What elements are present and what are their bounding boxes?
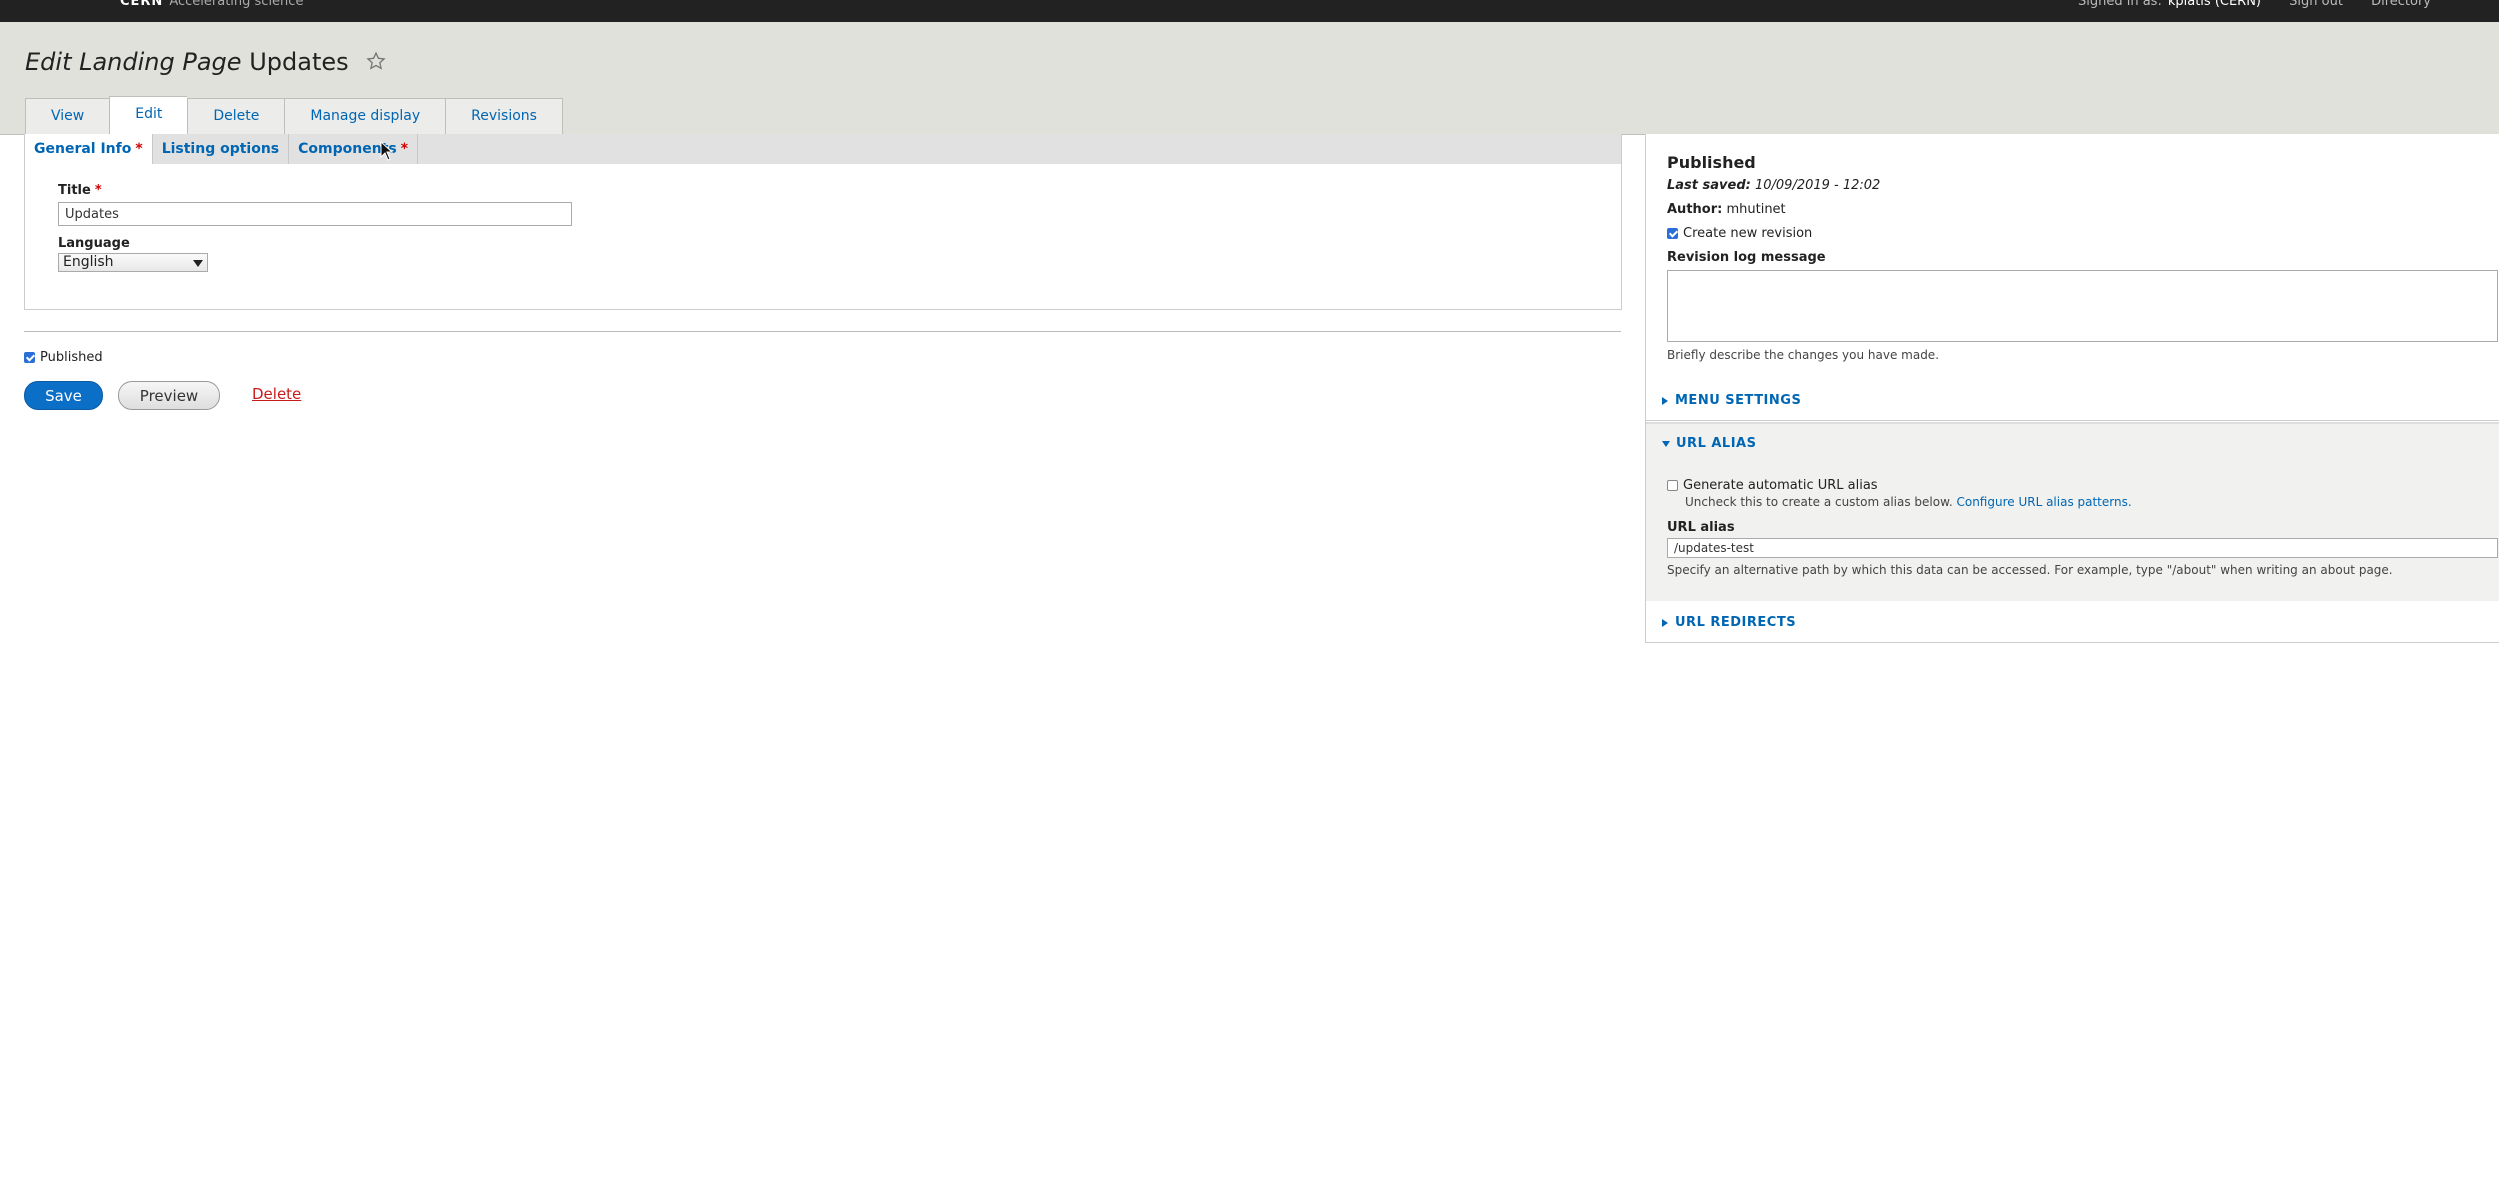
url-alias-section: URL ALIAS Generate automatic URL alias U… bbox=[1646, 422, 2499, 603]
brand[interactable]: CERN Accelerating science bbox=[120, 0, 303, 9]
last-saved: Last saved: 10/09/2019 - 12:02 bbox=[1667, 178, 1880, 193]
title-label: Title * bbox=[58, 183, 102, 198]
revision-log-label: Revision log message bbox=[1667, 250, 1826, 265]
caret-right-icon bbox=[1662, 396, 1668, 405]
signed-in-label: Signed in as: bbox=[2078, 0, 2162, 9]
title-label-text: Title bbox=[58, 183, 91, 198]
published-row: Published bbox=[24, 350, 103, 365]
generate-alias-hint: Uncheck this to create a custom alias be… bbox=[1685, 495, 2132, 509]
required-marker: * bbox=[94, 183, 102, 198]
last-saved-value: 10/09/2019 - 12:02 bbox=[1754, 178, 1881, 193]
horizontal-tabs: General Info * Listing options Components… bbox=[25, 134, 1621, 164]
generate-alias-label: Generate automatic URL alias bbox=[1683, 478, 1878, 493]
mouse-cursor-icon bbox=[380, 140, 394, 165]
tab-general-info-label: General Info bbox=[34, 141, 132, 157]
tab-separator bbox=[417, 134, 419, 164]
brand-name: CERN bbox=[120, 0, 164, 9]
star-icon[interactable] bbox=[366, 49, 386, 77]
required-marker: * bbox=[135, 141, 143, 157]
brand-tagline: Accelerating science bbox=[169, 0, 304, 9]
generate-alias-checkbox[interactable] bbox=[1667, 480, 1678, 491]
entity-meta: Published Last saved: 10/09/2019 - 12:02… bbox=[1646, 134, 2499, 383]
directory-link[interactable]: Directory bbox=[2371, 0, 2431, 9]
sign-out-link[interactable]: Sign out bbox=[2289, 0, 2343, 9]
account-links: Signed in as: kpiatis (CERN) Sign out Dir… bbox=[2054, 0, 2431, 9]
meta-sidebar: Published Last saved: 10/09/2019 - 12:02… bbox=[1645, 134, 2499, 643]
menu-settings-toggle[interactable]: MENU SETTINGS bbox=[1662, 393, 1801, 408]
create-revision-label: Create new revision bbox=[1683, 226, 1813, 241]
caret-right-icon bbox=[1662, 618, 1668, 627]
configure-alias-patterns-link[interactable]: Configure URL alias patterns. bbox=[1956, 495, 2131, 509]
tab-edit[interactable]: Edit bbox=[109, 96, 188, 134]
primary-tabs: View Edit Delete Manage display Revision… bbox=[25, 96, 563, 134]
published-checkbox[interactable] bbox=[24, 352, 35, 363]
url-redirects-label: URL REDIRECTS bbox=[1675, 615, 1797, 630]
signed-in-user: kpiatis (CERN) bbox=[2167, 0, 2262, 9]
url-alias-label: URL alias bbox=[1667, 520, 1735, 535]
url-redirects-section: URL REDIRECTS bbox=[1646, 601, 2499, 641]
author-label: Author: bbox=[1667, 202, 1723, 217]
preview-button[interactable]: Preview bbox=[118, 381, 220, 410]
url-redirects-toggle[interactable]: URL REDIRECTS bbox=[1662, 615, 1796, 630]
tab-general-info[interactable]: General Info * bbox=[25, 134, 152, 164]
form-divider bbox=[24, 331, 1621, 332]
create-revision-row: Create new revision bbox=[1667, 226, 1812, 241]
delete-link[interactable]: Delete bbox=[252, 385, 301, 403]
page-header: Edit Landing Page Updates View Edit Dele… bbox=[0, 22, 2499, 135]
published-label: Published bbox=[40, 350, 103, 365]
page-title-prefix: Edit Landing Page bbox=[25, 48, 242, 76]
top-bar: CERN Accelerating science Signed in as: kp… bbox=[0, 0, 2499, 22]
url-alias-input[interactable] bbox=[1667, 538, 2498, 558]
language-selected-value: English bbox=[63, 254, 114, 270]
generate-alias-row: Generate automatic URL alias bbox=[1667, 478, 1878, 493]
menu-settings-label: MENU SETTINGS bbox=[1675, 393, 1802, 408]
menu-settings-section: MENU SETTINGS bbox=[1646, 382, 2499, 421]
last-saved-label: Last saved: bbox=[1667, 178, 1751, 193]
language-label: Language bbox=[58, 236, 130, 251]
url-alias-hint: Specify an alternative path by which thi… bbox=[1667, 563, 2393, 577]
chevron-down-icon bbox=[193, 260, 203, 267]
node-form: General Info * Listing options Components… bbox=[24, 134, 1622, 310]
revision-log-textarea[interactable] bbox=[1667, 270, 2498, 342]
language-select[interactable]: English bbox=[58, 253, 208, 272]
save-button[interactable]: Save bbox=[24, 381, 103, 410]
tab-view[interactable]: View bbox=[25, 98, 110, 134]
caret-down-icon bbox=[1662, 440, 1670, 447]
url-alias-heading: URL ALIAS bbox=[1676, 436, 1757, 451]
revision-log-hint: Briefly describe the changes you have ma… bbox=[1667, 348, 1940, 362]
tab-listing-options[interactable]: Listing options bbox=[153, 134, 288, 164]
required-marker: * bbox=[400, 141, 409, 157]
status-heading: Published bbox=[1667, 153, 1756, 172]
author: Author: mhutinet bbox=[1667, 202, 1786, 217]
create-revision-checkbox[interactable] bbox=[1667, 228, 1678, 239]
tab-manage-display[interactable]: Manage display bbox=[284, 98, 446, 134]
tab-delete[interactable]: Delete bbox=[187, 98, 285, 134]
generate-alias-hint-text: Uncheck this to create a custom alias be… bbox=[1685, 495, 1953, 509]
title-input[interactable] bbox=[58, 202, 572, 226]
page-title: Edit Landing Page Updates bbox=[25, 48, 386, 77]
author-value: mhutinet bbox=[1726, 202, 1786, 217]
url-alias-toggle[interactable]: URL ALIAS bbox=[1662, 436, 1756, 451]
tab-components[interactable]: Components * bbox=[289, 134, 417, 164]
page-title-name: Updates bbox=[249, 48, 349, 76]
tab-revisions[interactable]: Revisions bbox=[445, 98, 563, 134]
